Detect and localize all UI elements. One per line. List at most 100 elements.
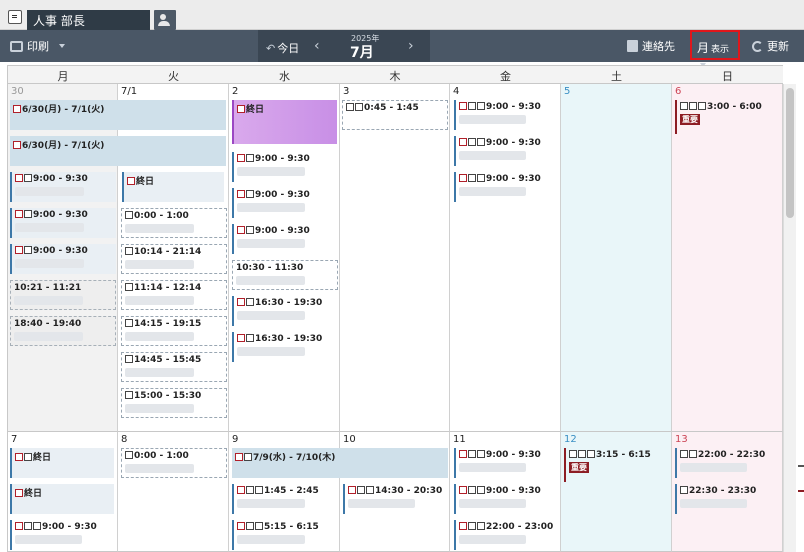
calendar-event[interactable]: 9:00 - 9:30 (454, 172, 558, 202)
calendar-event[interactable]: 3:15 - 6:15 重要 (564, 448, 668, 482)
calendar-event[interactable]: 16:30 - 19:30 (232, 332, 337, 362)
lock-icon (569, 450, 577, 458)
clock-icon (468, 138, 476, 146)
user-tab[interactable]: 人事 部長 (27, 10, 150, 30)
calendar-event[interactable]: 9:00 - 9:30 (454, 448, 558, 478)
event-title-blurred (459, 463, 527, 472)
clock-icon (246, 226, 254, 234)
event-title-blurred (125, 224, 194, 233)
calendar-event[interactable]: 14:45 - 15:45 (121, 352, 227, 382)
calendar-event[interactable]: 終日 (232, 100, 337, 144)
print-label: 印刷 (27, 40, 49, 53)
calendar-event[interactable]: 9:00 - 9:30 (10, 520, 114, 550)
calendar-event[interactable]: 10:21 - 11:21 (10, 280, 116, 310)
calendar-event[interactable]: 6/30(月) - 7/1(火) (10, 100, 226, 130)
calendar-event[interactable]: 9:00 - 9:30 (232, 188, 337, 218)
event-title-blurred (236, 276, 305, 285)
view-mode-label: 月 (697, 41, 710, 55)
calendar-event[interactable]: 7/9(水) - 7/10(木) (232, 448, 448, 478)
calendar-event[interactable]: 16:30 - 19:30 (232, 296, 337, 326)
event-time: 10:30 - 11:30 (236, 263, 304, 273)
calendar-event[interactable]: 9:00 - 9:30 (10, 172, 116, 202)
calendar-icon (237, 522, 245, 530)
day-number: 7 (11, 434, 18, 445)
clock-icon (357, 486, 365, 494)
calendar-event[interactable]: 9:00 - 9:30 (454, 136, 558, 166)
next-month-icon[interactable]: › (408, 38, 414, 54)
contact-icon (627, 40, 638, 52)
clock-icon (125, 283, 133, 291)
clock-icon (468, 102, 476, 110)
event-title: 6/30(月) - 7/1(火) (22, 105, 105, 115)
event-title-blurred (237, 239, 305, 248)
calendar-event[interactable]: 22:00 - 23:00 (454, 520, 558, 550)
clock-icon (33, 522, 41, 530)
day-cell[interactable]: 5 (561, 84, 672, 432)
calendar-event[interactable]: 終日 (122, 172, 224, 202)
vertical-scrollbar[interactable] (783, 84, 796, 552)
calendar-event[interactable]: 22:00 - 22:30 (675, 448, 779, 478)
calendar-event[interactable]: 15:00 - 15:30 (121, 388, 227, 418)
calendar-event[interactable]: 0:00 - 1:00 (121, 208, 227, 238)
calendar-icon (578, 450, 586, 458)
clock-icon (24, 522, 32, 530)
refresh-button[interactable]: 更新 (752, 38, 789, 54)
calendar-event[interactable]: 14:15 - 19:15 (121, 316, 227, 346)
calendar-icon (15, 453, 23, 461)
calendar-event[interactable]: 9:00 - 9:30 (232, 224, 337, 254)
calendar-event[interactable]: 14:30 - 20:30 (343, 484, 447, 514)
calendar-event[interactable]: 18:40 - 19:40 (10, 316, 116, 346)
back-icon[interactable] (8, 10, 22, 24)
calendar-event[interactable]: 9:00 - 9:30 (232, 152, 337, 182)
calendar-event[interactable]: 終日 (10, 448, 114, 478)
calendar-event[interactable]: 3:00 - 6:00 重要 (675, 100, 779, 134)
calendar-event[interactable]: 5:15 - 6:15 (232, 520, 337, 550)
clock-icon (468, 522, 476, 530)
calendar-event[interactable]: 9:00 - 9:30 (454, 484, 558, 514)
calendar-event[interactable]: 9:00 - 9:30 (454, 100, 558, 130)
day-number: 3 (343, 86, 350, 97)
prev-month-icon[interactable]: ‹ (314, 38, 320, 54)
weekday-tue: 火 (168, 70, 179, 83)
event-time: 9:00 - 9:30 (42, 522, 97, 532)
event-time: 11:14 - 12:14 (134, 283, 202, 293)
calendar-event[interactable]: 10:14 - 21:14 (121, 244, 227, 274)
day-cell[interactable]: 3 (340, 84, 450, 432)
calendar-event[interactable]: 1:45 - 2:45 (232, 484, 337, 514)
clock-icon (680, 486, 688, 494)
calendar-event[interactable]: 22:30 - 23:30 (675, 484, 779, 514)
event-title-blurred (15, 223, 84, 232)
day-cell[interactable]: 6 (672, 84, 783, 432)
clock-icon (366, 486, 374, 494)
calendar-event[interactable]: 10:30 - 11:30 (232, 260, 338, 290)
day-number: 30 (11, 86, 24, 97)
day-number: 5 (564, 86, 571, 97)
clock-icon (125, 391, 133, 399)
scrollbar-thumb[interactable] (786, 88, 794, 218)
calendar-event[interactable]: 11:14 - 12:14 (121, 280, 227, 310)
edge-mark (798, 490, 804, 492)
weekday-sat: 土 (611, 70, 622, 83)
view-mode-button[interactable]: 月表示 (690, 30, 740, 67)
print-button[interactable]: 印刷 (10, 38, 65, 54)
event-title: 終日 (33, 453, 52, 463)
calendar-event[interactable]: 9:00 - 9:30 (10, 208, 116, 238)
lock-icon (680, 102, 688, 110)
today-button[interactable]: ↶ 今日 (266, 40, 299, 56)
event-time: 9:00 - 9:30 (486, 486, 541, 496)
calendar-event[interactable]: 9:00 - 9:30 (10, 244, 116, 274)
calendar-event[interactable]: 6/30(月) - 7/1(火) (10, 136, 226, 166)
event-title-blurred (680, 499, 748, 508)
contacts-button[interactable]: 連絡先 (627, 38, 675, 54)
users-icon[interactable] (154, 10, 176, 30)
event-time: 9:00 - 9:30 (486, 138, 541, 148)
calendar-icon (15, 246, 23, 254)
clock-icon (246, 334, 254, 342)
clock-icon (689, 450, 697, 458)
calendar-event[interactable]: 0:45 - 1:45 (342, 100, 448, 130)
event-title-blurred (125, 464, 194, 473)
calendar-event[interactable]: 0:00 - 1:00 (121, 448, 227, 478)
event-title-blurred (237, 167, 305, 176)
event-title-blurred (125, 296, 194, 305)
calendar-event[interactable]: 終日 (10, 484, 114, 514)
